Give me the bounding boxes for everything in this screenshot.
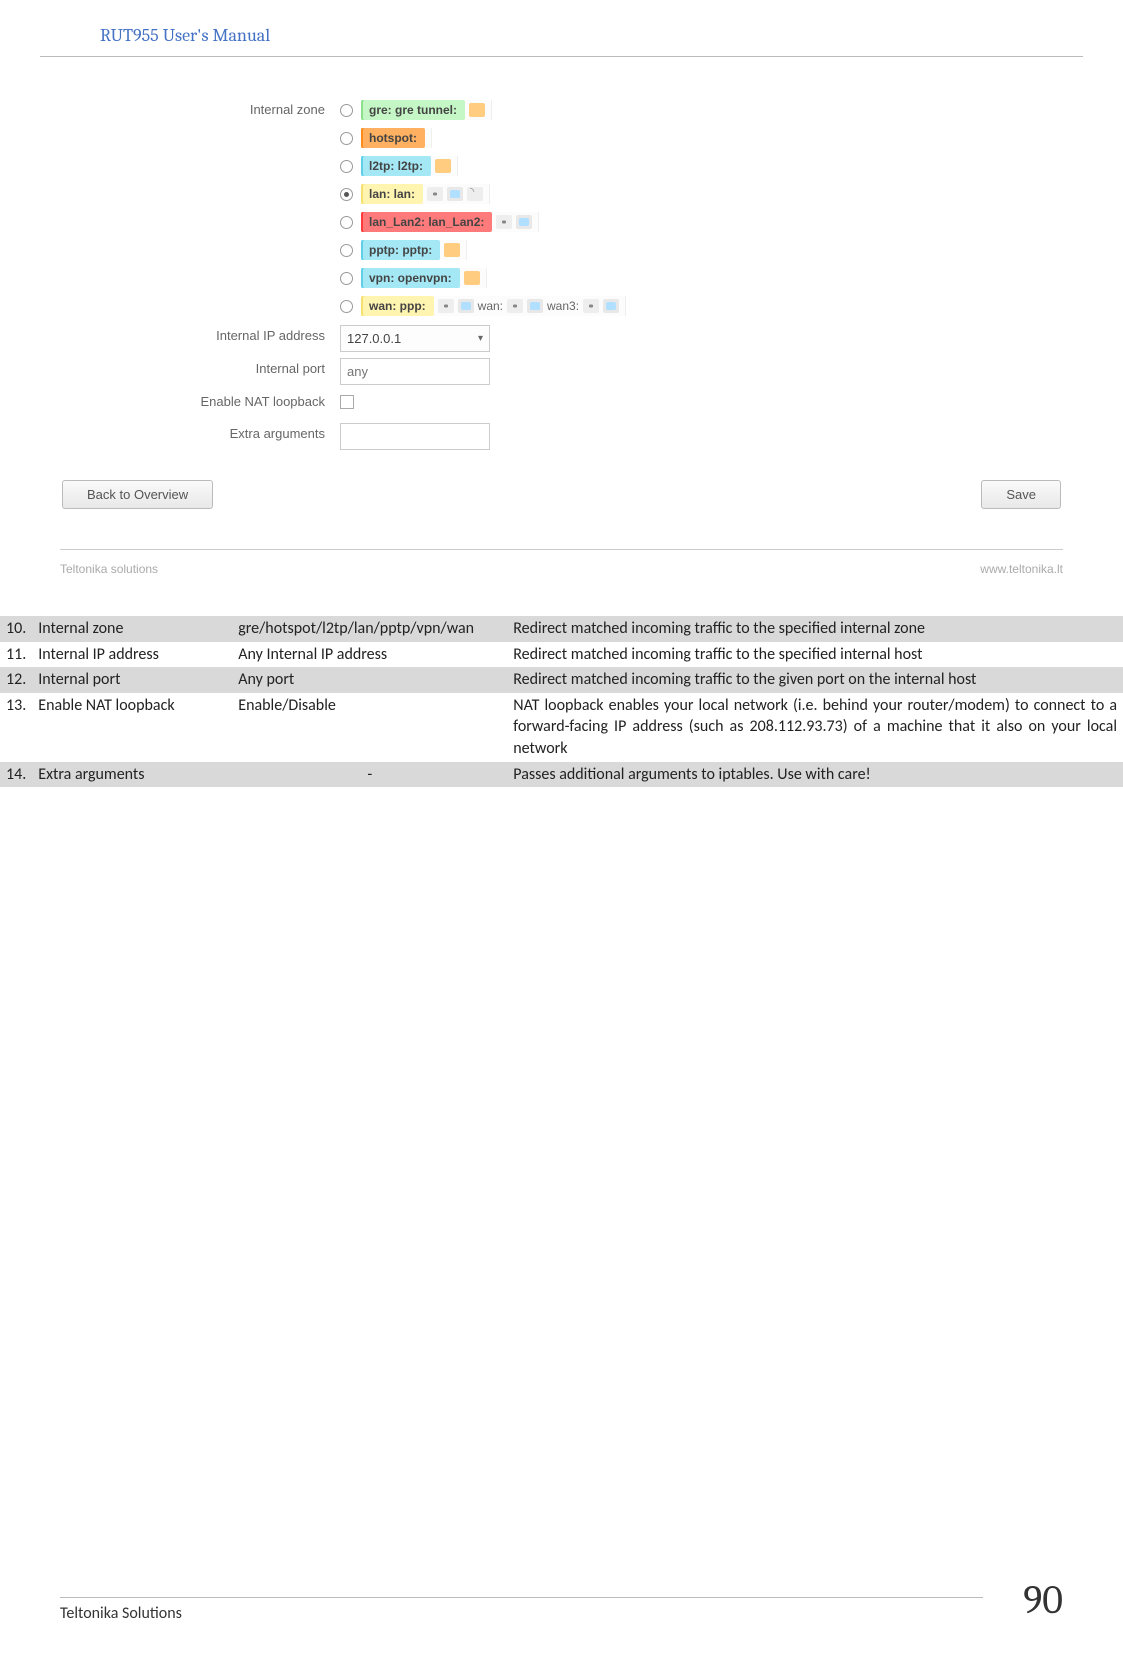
- footer-left: Teltonika Solutions: [60, 1597, 983, 1623]
- wifi-icon: [467, 187, 483, 201]
- ppp-icon: [447, 187, 463, 201]
- table-row: 14.Extra arguments-Passes additional arg…: [0, 762, 1123, 788]
- ppp-icon: [516, 215, 532, 229]
- host-icon: [583, 299, 599, 313]
- label-extra-args: Extra arguments: [60, 421, 340, 441]
- zone-radio[interactable]: [340, 244, 353, 257]
- zone-tag: lan_Lan2: lan_Lan2:: [361, 212, 492, 232]
- screenshot-footer-right: www.teltonika.lt: [980, 562, 1063, 576]
- zone-option-vpn[interactable]: vpn: openvpn:: [340, 265, 626, 291]
- zone-option-lan2[interactable]: lan_Lan2: lan_Lan2:: [340, 209, 626, 235]
- screenshot-divider: [60, 549, 1063, 550]
- parameters-table: 10.Internal zonegre/hotspot/l2tp/lan/ppt…: [0, 616, 1123, 787]
- host-icon: [427, 187, 443, 201]
- table-row: 12.Internal portAny portRedirect matched…: [0, 667, 1123, 693]
- zone-tag: lan: lan:: [361, 184, 423, 204]
- extra-args-input[interactable]: [340, 423, 490, 450]
- label-internal-port: Internal port: [60, 356, 340, 376]
- zone-tag: wan: ppp:: [361, 296, 434, 316]
- table-row: 10.Internal zonegre/hotspot/l2tp/lan/ppt…: [0, 616, 1123, 642]
- host-icon: [507, 299, 523, 313]
- button-row: Back to Overview Save: [60, 480, 1063, 509]
- screenshot-footer-left: Teltonika solutions: [60, 562, 158, 576]
- page-header: RUT955 User's Manual: [40, 25, 1083, 57]
- zone-option-l2tp[interactable]: l2tp: l2tp:: [340, 153, 626, 179]
- label-nat-loopback: Enable NAT loopback: [60, 389, 340, 409]
- zone-tag: gre: gre tunnel:: [361, 100, 465, 120]
- zone-radio[interactable]: [340, 132, 353, 145]
- zone-tag: vpn: openvpn:: [361, 268, 460, 288]
- zone-radio[interactable]: [340, 216, 353, 229]
- screenshot-footer: Teltonika solutions www.teltonika.lt: [60, 562, 1063, 576]
- zone-option-pptp[interactable]: pptp: pptp:: [340, 237, 626, 263]
- vpn-icon: [464, 271, 480, 285]
- zone-tag: pptp: pptp:: [361, 240, 440, 260]
- table-row: 13.Enable NAT loopbackEnable/DisableNAT …: [0, 693, 1123, 762]
- page-number: 90: [1023, 1577, 1063, 1623]
- nat-loopback-checkbox[interactable]: [340, 395, 354, 409]
- settings-screenshot: Internal zone gre: gre tunnel: hotspot: l2…: [60, 97, 1063, 576]
- vpn-icon: [469, 103, 485, 117]
- ppp-icon: [527, 299, 543, 313]
- vpn-icon: [435, 159, 451, 173]
- vpn-icon: [444, 243, 460, 257]
- page-footer: Teltonika Solutions 90: [0, 1577, 1123, 1623]
- zone-radio[interactable]: [340, 104, 353, 117]
- zone-tag: l2tp: l2tp:: [361, 156, 431, 176]
- zone-radio[interactable]: [340, 160, 353, 173]
- header-title: RUT955 User's Manual: [100, 25, 270, 46]
- row-internal-ip: Internal IP address 127.0.0.1: [60, 323, 1063, 352]
- zone-option-gre[interactable]: gre: gre tunnel:: [340, 97, 626, 123]
- row-nat-loopback: Enable NAT loopback: [60, 389, 1063, 417]
- row-internal-zone: Internal zone gre: gre tunnel: hotspot: l2…: [60, 97, 1063, 319]
- save-button[interactable]: Save: [981, 480, 1061, 509]
- internal-port-input[interactable]: [340, 358, 490, 385]
- ppp-icon: [458, 299, 474, 313]
- row-extra-args: Extra arguments: [60, 421, 1063, 450]
- internal-ip-value: 127.0.0.1: [347, 331, 401, 346]
- zone-option-lan[interactable]: lan: lan:: [340, 181, 626, 207]
- back-button[interactable]: Back to Overview: [62, 480, 213, 509]
- host-icon: [496, 215, 512, 229]
- zone-radio[interactable]: [340, 300, 353, 313]
- label-internal-ip: Internal IP address: [60, 323, 340, 343]
- zone-radio[interactable]: [340, 272, 353, 285]
- zone-radio[interactable]: [340, 188, 353, 201]
- label-internal-zone: Internal zone: [60, 97, 340, 117]
- zone-tag: hotspot:: [361, 128, 425, 148]
- zone-option-hotspot[interactable]: hotspot:: [340, 125, 626, 151]
- table-row: 11.Internal IP addressAny Internal IP ad…: [0, 642, 1123, 668]
- ppp-icon: [603, 299, 619, 313]
- internal-zone-options: gre: gre tunnel: hotspot: l2tp: l2tp: lan: …: [340, 97, 626, 319]
- row-internal-port: Internal port: [60, 356, 1063, 385]
- host-icon: [438, 299, 454, 313]
- zone-option-wan[interactable]: wan: ppp: wan: wan3:: [340, 293, 626, 319]
- internal-ip-select[interactable]: 127.0.0.1: [340, 325, 490, 352]
